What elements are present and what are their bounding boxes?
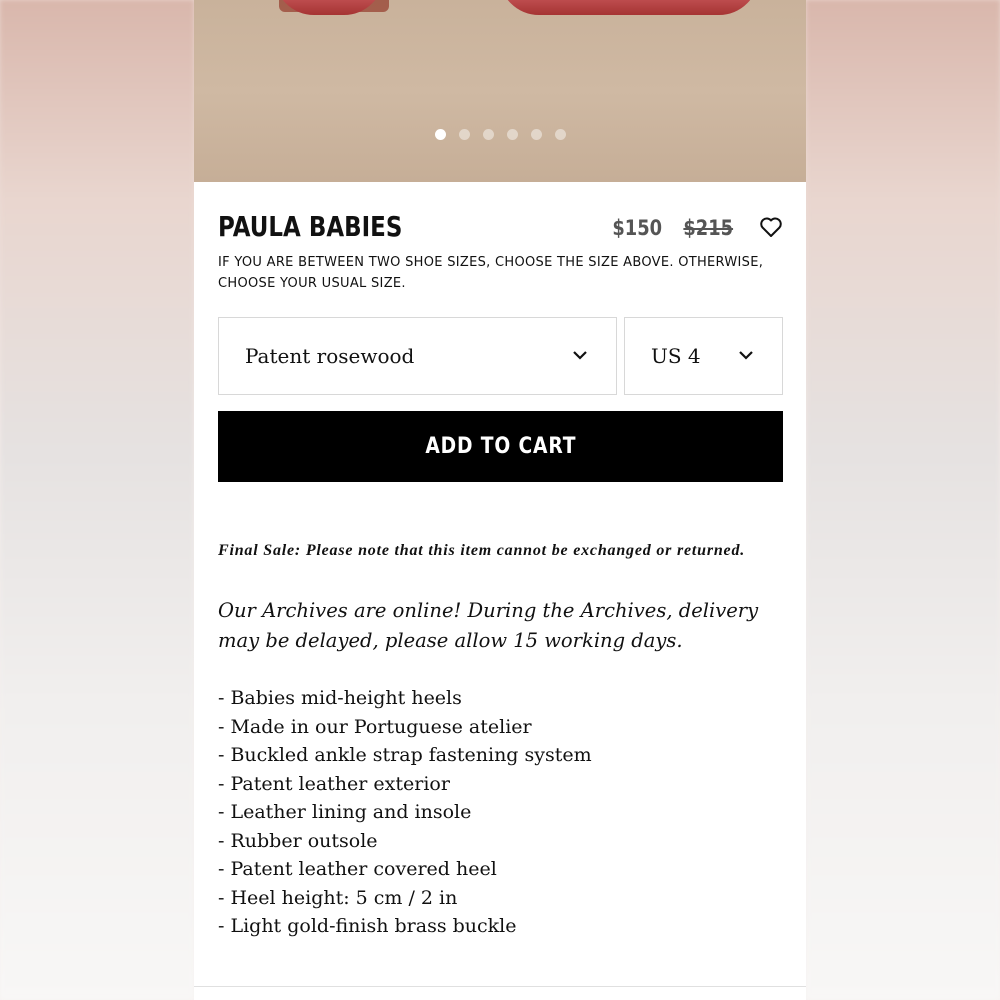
final-sale-notice: Final Sale: Please note that this item c… [218,542,746,559]
carousel-dot[interactable] [554,129,566,140]
carousel-dot[interactable] [458,129,470,140]
divider [194,986,806,987]
size-select-value: US 4 [651,344,701,368]
carousel-dot[interactable] [482,129,494,140]
carousel-dot[interactable] [506,129,518,140]
product-page: PAULA BABIES $150 $215 IF YOU ARE BETWEE… [194,0,806,1000]
chevron-down-icon [739,351,753,360]
size-guidance-note: IF YOU ARE BETWEEN TWO SHOE SIZES, CHOOS… [218,255,764,291]
archives-notice: Our Archives are online! During the Arch… [218,599,759,652]
feature-item: - Patent leather exterior [218,772,450,795]
product-details: PAULA BABIES $150 $215 IF YOU ARE BETWEE… [218,182,783,937]
background-left [0,0,194,1000]
feature-item: - Rubber outsole [218,829,378,852]
add-to-cart-button[interactable]: ADD TO CART [218,411,783,482]
feature-item: - Buckled ankle strap fastening system [218,744,592,766]
feature-item: - Made in our Portuguese atelier [218,715,532,738]
carousel-dots [194,129,806,140]
feature-item: - Heel height: 5 cm / 2 in [218,886,458,909]
price-group: $150 $215 [608,216,737,240]
sale-price: $150 [612,216,663,240]
product-image-carousel[interactable] [194,0,806,182]
add-to-cart-label: ADD TO CART [424,434,577,459]
product-title: PAULA BABIES [218,210,403,243]
original-price: $215 [682,216,733,240]
feature-list: - Babies mid-height heels - Made in our … [218,684,783,941]
carousel-dot[interactable] [530,129,542,140]
feature-item: - Light gold-finish brass buckle [218,915,517,937]
feature-item: - Leather lining and insole [218,801,472,823]
color-select[interactable]: Patent rosewood [218,317,617,395]
feature-item: - Babies mid-height heels [218,687,462,709]
shoe-right-image [499,0,759,15]
carousel-dot[interactable] [434,129,446,140]
size-select[interactable]: US 4 [624,317,783,395]
heart-icon[interactable] [759,216,783,238]
feature-item: - Patent leather covered heel [218,858,497,880]
background-right [806,0,1000,1000]
color-select-value: Patent rosewood [245,344,415,368]
title-row: PAULA BABIES $150 $215 [218,182,783,252]
chevron-down-icon [573,351,587,360]
